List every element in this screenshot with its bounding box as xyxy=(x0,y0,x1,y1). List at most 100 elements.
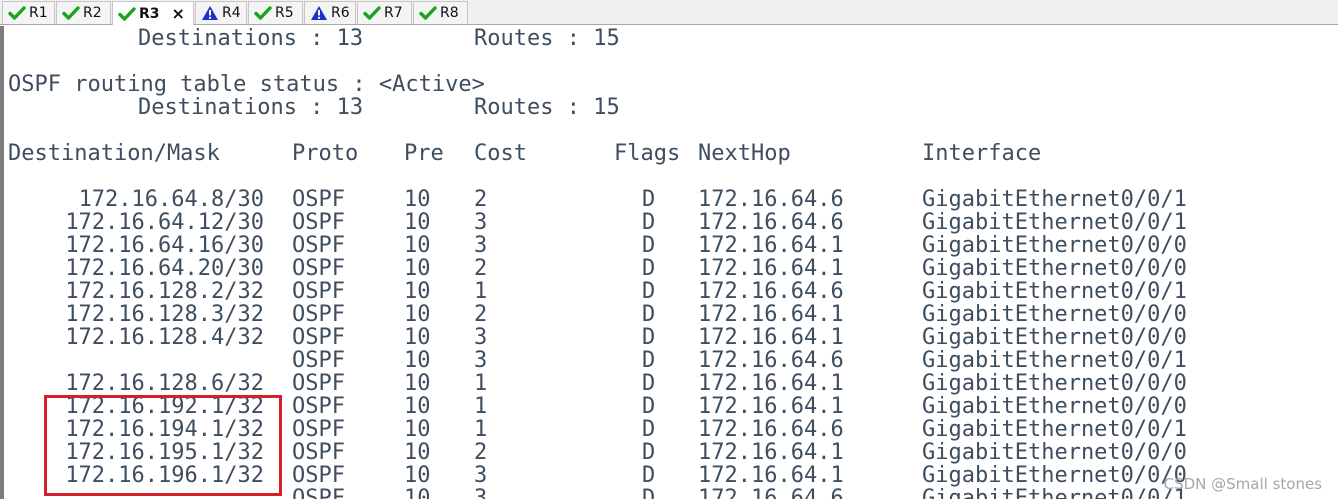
pre-cell: 10 xyxy=(404,256,431,281)
flags-cell: D xyxy=(642,371,656,396)
flags-cell: D xyxy=(642,302,656,327)
cost-cell: 3 xyxy=(474,210,488,235)
interface-cell: GigabitEthernet0/0/0 xyxy=(922,440,1187,465)
tab-r7[interactable]: R7 xyxy=(357,1,412,24)
flags-cell: D xyxy=(642,325,656,350)
check-icon xyxy=(254,5,272,21)
destination-cell: 172.16.64.12/30 xyxy=(65,210,264,235)
flags-cell: D xyxy=(642,256,656,281)
flags-cell: D xyxy=(642,440,656,465)
watermark: CSDN @Small stones xyxy=(1163,475,1322,493)
proto-cell: OSPF xyxy=(292,279,345,304)
tab-r3[interactable]: R3 × xyxy=(112,1,194,25)
interface-cell: GigabitEthernet0/0/1 xyxy=(922,417,1187,442)
terminal-app: R1 R2 R3 × R4 R5 R6 R7 R8 Destinations:… xyxy=(0,0,1338,499)
flags-cell: D xyxy=(642,233,656,258)
nexthop-cell: 172.16.64.1 xyxy=(698,325,844,350)
destination-cell: 172.16.64.20/30 xyxy=(65,256,264,281)
routes-count: Routes : 15 xyxy=(474,26,620,51)
tab-label: R3 xyxy=(139,5,160,22)
pre-cell: 10 xyxy=(404,187,431,212)
nexthop-cell: 172.16.64.1 xyxy=(698,440,844,465)
tab-label: R5 xyxy=(275,5,294,21)
tab-r8[interactable]: R8 xyxy=(413,1,468,24)
nexthop-cell: 172.16.64.1 xyxy=(698,256,844,281)
interface-cell: GigabitEthernet0/0/1 xyxy=(922,348,1187,373)
cost-cell: 3 xyxy=(474,348,488,373)
cost-cell: 2 xyxy=(474,302,488,327)
status-line: OSPF routing table status : <Active> xyxy=(8,73,485,96)
pre-cell: 10 xyxy=(404,371,431,396)
highlight-box xyxy=(44,395,282,496)
header-interface: Interface xyxy=(922,141,1042,166)
tab-r2[interactable]: R2 xyxy=(56,1,111,24)
nexthop-cell: 172.16.64.6 xyxy=(698,210,844,235)
close-tab-icon[interactable]: × xyxy=(172,5,185,22)
tab-label: R1 xyxy=(29,5,48,21)
check-icon xyxy=(62,5,80,21)
pre-cell: 10 xyxy=(404,417,431,442)
interface-cell: GigabitEthernet0/0/0 xyxy=(922,463,1187,488)
header-destination: Destination/Mask xyxy=(8,141,220,166)
check-icon xyxy=(363,5,381,21)
interface-cell: GigabitEthernet0/0/0 xyxy=(922,371,1187,396)
nexthop-cell: 172.16.64.1 xyxy=(698,371,844,396)
cost-cell: 1 xyxy=(474,279,488,304)
table-status-text: OSPF routing table status : <Active> xyxy=(8,72,485,97)
tab-r6[interactable]: R6 xyxy=(304,1,356,24)
cost-cell: 3 xyxy=(474,486,488,499)
destination-cell: 172.16.128.6/32 xyxy=(65,371,264,396)
pre-cell: 10 xyxy=(404,302,431,327)
terminal-output[interactable]: Destinations : 13 Routes : 15 OSPF routi… xyxy=(0,26,1338,499)
nexthop-cell: 172.16.64.6 xyxy=(698,348,844,373)
destination-cell: 172.16.64.16/30 xyxy=(65,233,264,258)
pre-cell: 10 xyxy=(404,440,431,465)
cost-cell: 1 xyxy=(474,371,488,396)
warning-icon xyxy=(201,5,219,21)
header-pre: Pre xyxy=(404,141,444,166)
check-icon xyxy=(419,5,437,21)
tab-r5[interactable]: R5 xyxy=(248,1,303,24)
pre-cell: 10 xyxy=(404,233,431,258)
cost-cell: 2 xyxy=(474,440,488,465)
cost-cell: 3 xyxy=(474,325,488,350)
nexthop-cell: 172.16.64.1 xyxy=(698,302,844,327)
tab-label: R6 xyxy=(331,5,350,21)
nexthop-cell: 172.16.64.1 xyxy=(698,463,844,488)
nexthop-cell: 172.16.64.6 xyxy=(698,187,844,212)
proto-cell: OSPF xyxy=(292,394,345,419)
tab-label: R8 xyxy=(440,5,459,21)
destinations-count: Destinations : 13 xyxy=(138,95,364,120)
table-header: Destination/Mask Proto Pre Cost Flags Ne… xyxy=(8,142,1041,165)
proto-cell: OSPF xyxy=(292,371,345,396)
header-cost: Cost xyxy=(474,141,527,166)
session-tab-bar: R1 R2 R3 × R4 R5 R6 R7 R8 xyxy=(0,0,1338,25)
header-flags: Flags xyxy=(614,141,681,166)
destination-cell: 172.16.128.3/32 xyxy=(65,302,264,327)
header-nexthop: NextHop xyxy=(698,141,791,166)
proto-cell: OSPF xyxy=(292,440,345,465)
interface-cell: GigabitEthernet0/0/1 xyxy=(922,279,1187,304)
nexthop-cell: 172.16.64.6 xyxy=(698,279,844,304)
proto-cell: OSPF xyxy=(292,256,345,281)
flags-cell: D xyxy=(642,486,656,499)
interface-cell: GigabitEthernet0/0/1 xyxy=(922,486,1187,499)
cost-cell: 3 xyxy=(474,233,488,258)
proto-cell: OSPF xyxy=(292,187,345,212)
proto-cell: OSPF xyxy=(292,463,345,488)
interface-cell: GigabitEthernet0/0/0 xyxy=(922,302,1187,327)
tab-r1[interactable]: R1 xyxy=(2,1,55,24)
interface-cell: GigabitEthernet0/0/0 xyxy=(922,394,1187,419)
flags-cell: D xyxy=(642,279,656,304)
summary-line: Destinations : 13 Routes : 15 xyxy=(8,96,620,119)
proto-cell: OSPF xyxy=(292,233,345,258)
flags-cell: D xyxy=(642,463,656,488)
check-icon xyxy=(8,5,26,21)
flags-cell: D xyxy=(642,417,656,442)
destination-cell: 172.16.64.8/30 xyxy=(78,187,264,212)
cost-cell: 1 xyxy=(474,394,488,419)
proto-cell: OSPF xyxy=(292,486,345,499)
cost-cell: 2 xyxy=(474,256,488,281)
tab-r4[interactable]: R4 xyxy=(195,1,247,24)
interface-cell: GigabitEthernet0/0/1 xyxy=(922,210,1187,235)
